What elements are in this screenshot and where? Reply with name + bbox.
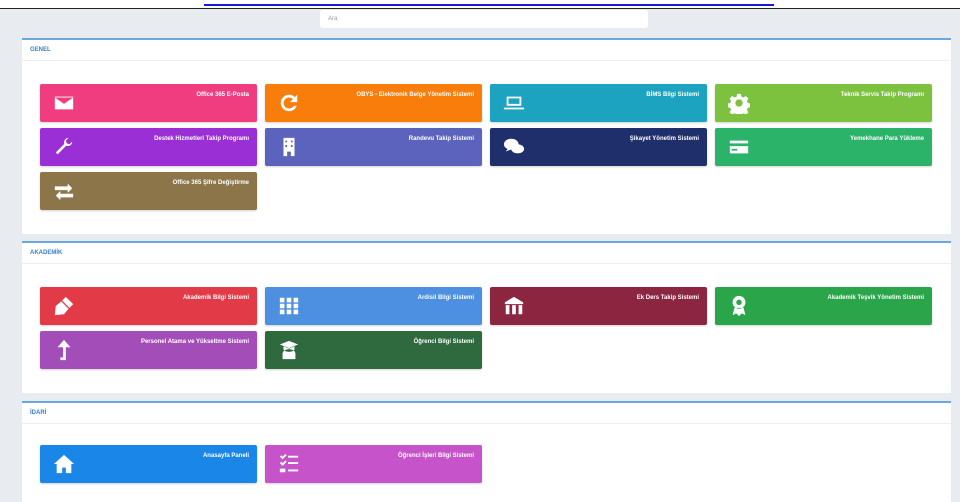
tile-label: Akademik Teşvik Yönetim Sistemi: [827, 295, 925, 301]
tile-teknik-servis[interactable]: Teknik Servis Takip Programı: [715, 84, 932, 122]
gear-icon: [727, 92, 751, 114]
exchange-icon: [52, 180, 76, 202]
university-icon: [502, 295, 526, 317]
tile-destek-hizmetleri[interactable]: Destek Hizmetleri Takip Programı: [40, 128, 257, 166]
tile-label: Yemekhane Para Yükleme: [850, 136, 924, 142]
tile-label: Randevu Takip Sistemi: [408, 136, 474, 142]
tile-personel-atama[interactable]: Personel Atama ve Yükseltme Sistemi: [40, 331, 257, 369]
tasks-icon: [277, 453, 301, 475]
comments-icon: [502, 136, 526, 158]
section-title: AKADEMİK: [22, 243, 951, 264]
tile-akademik-bilgi[interactable]: Akademik Bilgi Sistemi: [40, 287, 257, 325]
envelope-icon: [52, 92, 76, 114]
section-idari: İDARİ Anasayfa Paneli Öğrenci İşleri Bil…: [22, 401, 951, 502]
tile-bims[interactable]: BİMS Bilgi Sistemi: [490, 84, 707, 122]
tile-sikayet[interactable]: Şikayet Yönetim Sistemi: [490, 128, 707, 166]
tile-randevu[interactable]: Randevu Takip Sistemi: [265, 128, 482, 166]
home-icon: [52, 453, 76, 475]
tile-label: BİMS Bilgi Sistemi: [646, 92, 699, 98]
tile-label: Öğrenci İşleri Bilgi Sistemi: [397, 453, 474, 459]
award-icon: [727, 295, 751, 317]
tile-label: Şikayet Yönetim Sistemi: [629, 136, 699, 142]
tile-label: Destek Hizmetleri Takip Programı: [154, 136, 249, 142]
wrench-icon: [52, 136, 76, 158]
credit-card-icon: [727, 136, 751, 158]
top-link[interactable]: [204, 0, 774, 6]
section-title: GENEL: [22, 40, 951, 61]
tile-ogrenci-isleri[interactable]: Öğrenci İşleri Bilgi Sistemi: [265, 445, 482, 483]
tile-label: Teknik Servis Takip Programı: [840, 92, 924, 98]
tile-label: Ek Ders Takip Sistemi: [636, 295, 699, 301]
section-akademik: AKADEMİK Akademik Bilgi Sistemi Ardisil …: [22, 241, 951, 393]
section-genel: GENEL Office 365 E-Posta OBYS - Elektron…: [22, 38, 951, 234]
level-up-icon: [52, 339, 76, 361]
tile-ek-ders[interactable]: Ek Ders Takip Sistemi: [490, 287, 707, 325]
tile-office365-sifre[interactable]: Office 365 Şifre Değiştirme: [40, 172, 257, 210]
tile-ardisil[interactable]: Ardisil Bilgi Sistemi: [265, 287, 482, 325]
tile-label: Anasayfa Paneli: [202, 453, 249, 459]
tile-akademik-tesvik[interactable]: Akademik Teşvik Yönetim Sistemi: [715, 287, 932, 325]
tile-label: Office 365 Şifre Değiştirme: [172, 180, 249, 186]
tile-ogrenci-bilgi[interactable]: Öğrenci Bilgi Sistemi: [265, 331, 482, 369]
pen-nib-icon: [52, 295, 76, 317]
tile-obys[interactable]: OBYS - Elektronik Belge Yönetim Sistemi: [265, 84, 482, 122]
tile-label: Personel Atama ve Yükseltme Sistemi: [140, 339, 249, 345]
tile-label: OBYS - Elektronik Belge Yönetim Sistemi: [356, 92, 474, 98]
search-input[interactable]: Ara: [320, 10, 648, 28]
laptop-icon: [502, 92, 526, 114]
tile-anasayfa[interactable]: Anasayfa Paneli: [40, 445, 257, 483]
tile-label: Ardisil Bilgi Sistemi: [417, 295, 474, 301]
tile-label: Akademik Bilgi Sistemi: [182, 295, 249, 301]
tile-office365-eposta[interactable]: Office 365 E-Posta: [40, 84, 257, 122]
tile-yemekhane[interactable]: Yemekhane Para Yükleme: [715, 128, 932, 166]
top-bar: [0, 0, 960, 9]
tile-label: Office 365 E-Posta: [196, 92, 249, 98]
refresh-icon: [277, 92, 301, 114]
graduate-icon: [277, 339, 301, 361]
building-icon: [277, 136, 301, 158]
tile-label: Öğrenci Bilgi Sistemi: [413, 339, 474, 345]
section-title: İDARİ: [22, 403, 951, 424]
grid-icon: [277, 295, 301, 317]
